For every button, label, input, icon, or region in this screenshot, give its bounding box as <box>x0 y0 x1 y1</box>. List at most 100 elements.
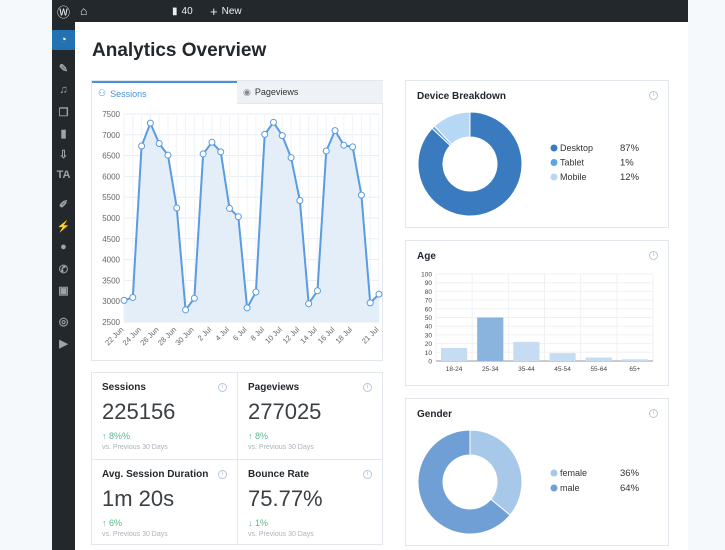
y-tick-label: 7000 <box>102 131 120 140</box>
device-donut: Desktop 87% Tablet 1% Mobile 12% <box>417 111 640 217</box>
y-tick-label: 0 <box>428 359 432 366</box>
stat-label: Sessions <box>102 382 146 393</box>
y-tick-label: 100 <box>421 272 432 279</box>
x-tick-label: 25-34 <box>482 366 499 373</box>
x-tick-label: 4 Jul <box>213 325 231 343</box>
age-panel: Age i 0 10 20 30 40 50 60 70 80 90 100 18-24 25-34 35… <box>405 240 669 386</box>
x-tick-label: 45-54 <box>554 366 571 373</box>
info-icon[interactable]: i <box>218 383 227 392</box>
arrow-up-icon: ↑ <box>102 431 107 441</box>
data-point <box>340 141 348 149</box>
data-point <box>208 138 216 146</box>
data-point <box>313 287 321 295</box>
legend-label: Desktop <box>560 143 593 153</box>
plus-icon: + <box>210 3 218 19</box>
tab-sessions[interactable]: ⚇ Sessions <box>92 81 237 104</box>
pages-icon[interactable]: ❐ <box>52 102 75 122</box>
page-title: Analytics Overview <box>92 40 267 61</box>
data-point <box>234 213 242 221</box>
sessions-line-chart: 2500300035004000450050005500600065007000… <box>102 110 383 347</box>
gauge-icon[interactable]: ◎ <box>52 311 75 331</box>
legend-swatch <box>550 173 558 181</box>
data-point <box>190 294 198 302</box>
y-tick-label: 20 <box>425 341 433 348</box>
arrow-up-icon: ↑ <box>102 518 107 528</box>
x-tick-label: 28 Jun <box>156 325 178 347</box>
pin-icon[interactable]: ✎ <box>52 58 75 78</box>
users-icon[interactable]: ● <box>52 237 75 257</box>
data-point <box>366 299 374 307</box>
data-point <box>199 150 207 158</box>
stat-change: ↑ 6% <box>102 518 122 528</box>
play-icon[interactable]: ▶ <box>52 333 75 353</box>
x-tick-label: 24 Jun <box>121 325 143 347</box>
stat-change-value: 8%% <box>109 431 131 441</box>
data-point <box>296 197 304 205</box>
info-icon[interactable]: i <box>363 383 372 392</box>
wordpress-logo-icon[interactable]: Ⓦ <box>57 0 70 22</box>
x-tick-label: 14 Jul <box>298 325 319 346</box>
x-tick-label: 65+ <box>629 366 640 373</box>
legend-label: Tablet <box>560 158 585 168</box>
comments-icon[interactable]: ▮ <box>52 123 75 143</box>
bar-35-44 <box>513 341 540 361</box>
stat-label: Avg. Session Duration <box>102 469 209 480</box>
appearance-icon[interactable]: ✐ <box>52 194 75 214</box>
legend-swatch <box>550 484 558 492</box>
admin-bar: Ⓦ ⌂ ▮ 40 + New <box>52 0 688 22</box>
x-tick-label: 18 Jul <box>334 325 355 346</box>
data-point <box>375 290 383 298</box>
info-icon[interactable]: i <box>218 470 227 479</box>
data-point <box>226 204 234 212</box>
media-icon[interactable]: ♫ <box>52 80 75 100</box>
y-tick-label: 6500 <box>102 152 120 161</box>
data-point <box>155 140 163 148</box>
tools-icon[interactable]: ✆ <box>52 259 75 279</box>
stat-change: ↓ 1% <box>248 518 268 528</box>
data-point <box>173 204 181 212</box>
y-tick-label: 3000 <box>102 297 120 306</box>
new-link[interactable]: + New <box>210 0 242 22</box>
data-point <box>243 304 251 312</box>
stat-value: 277025 <box>248 399 322 424</box>
stat-card: Sessions i 225156 ↑ 8%% vs. Previous 30 … <box>92 373 237 459</box>
plugins-icon[interactable]: ⚡ <box>52 216 75 236</box>
admin-sidebar: ◔ ✎ ♫ ❐ ▮ ⇩ TA ✐ ⚡ ● ✆ ▣ ◎ ▶ <box>52 22 75 550</box>
y-tick-label: 5500 <box>102 193 120 202</box>
dashboard-icon[interactable]: ◔ <box>52 30 75 50</box>
stat-change: ↑ 8% <box>248 431 268 441</box>
x-tick-label: 55-64 <box>590 366 607 373</box>
home-icon[interactable]: ⌂ <box>80 0 87 22</box>
ta-icon[interactable]: TA <box>52 165 75 185</box>
stat-value: 225156 <box>102 399 176 424</box>
stat-change-value: 6% <box>109 518 123 528</box>
y-tick-label: 4500 <box>102 235 120 244</box>
y-tick-label: 3500 <box>102 276 120 285</box>
settings-icon[interactable]: ▣ <box>52 280 75 300</box>
legend-label: male <box>560 483 580 493</box>
comments-link[interactable]: ▮ 40 <box>172 0 193 22</box>
x-tick-label: 6 Jul <box>231 325 249 343</box>
stat-change: ↑ 8%% <box>102 431 130 441</box>
y-tick-label: 90 <box>425 280 433 287</box>
bar-18-24 <box>441 347 468 361</box>
y-tick-label: 50 <box>425 315 433 322</box>
data-point <box>331 127 339 135</box>
legend-value: 1% <box>620 158 634 169</box>
tab-pageviews[interactable]: ◉ Pageviews <box>237 81 383 104</box>
stats-panel: Sessions i 225156 ↑ 8%% vs. Previous 30 … <box>91 372 383 545</box>
stat-value: 1m 20s <box>102 486 175 511</box>
info-icon[interactable]: i <box>363 470 372 479</box>
stat-comparison: vs. Previous 30 Days <box>248 531 314 538</box>
data-point <box>182 306 190 314</box>
data-point <box>261 130 269 138</box>
y-tick-label: 70 <box>425 298 433 305</box>
bar-65+ <box>621 359 648 361</box>
legend-label: Mobile <box>560 172 587 182</box>
download-icon[interactable]: ⇩ <box>52 144 75 164</box>
stat-card: Bounce Rate i 75.77% ↓ 1% vs. Previous 3… <box>237 459 382 545</box>
data-point <box>146 119 154 127</box>
x-tick-label: 10 Jul <box>263 325 284 346</box>
legend-value: 36% <box>620 468 640 479</box>
donut-slice-female <box>469 429 523 516</box>
